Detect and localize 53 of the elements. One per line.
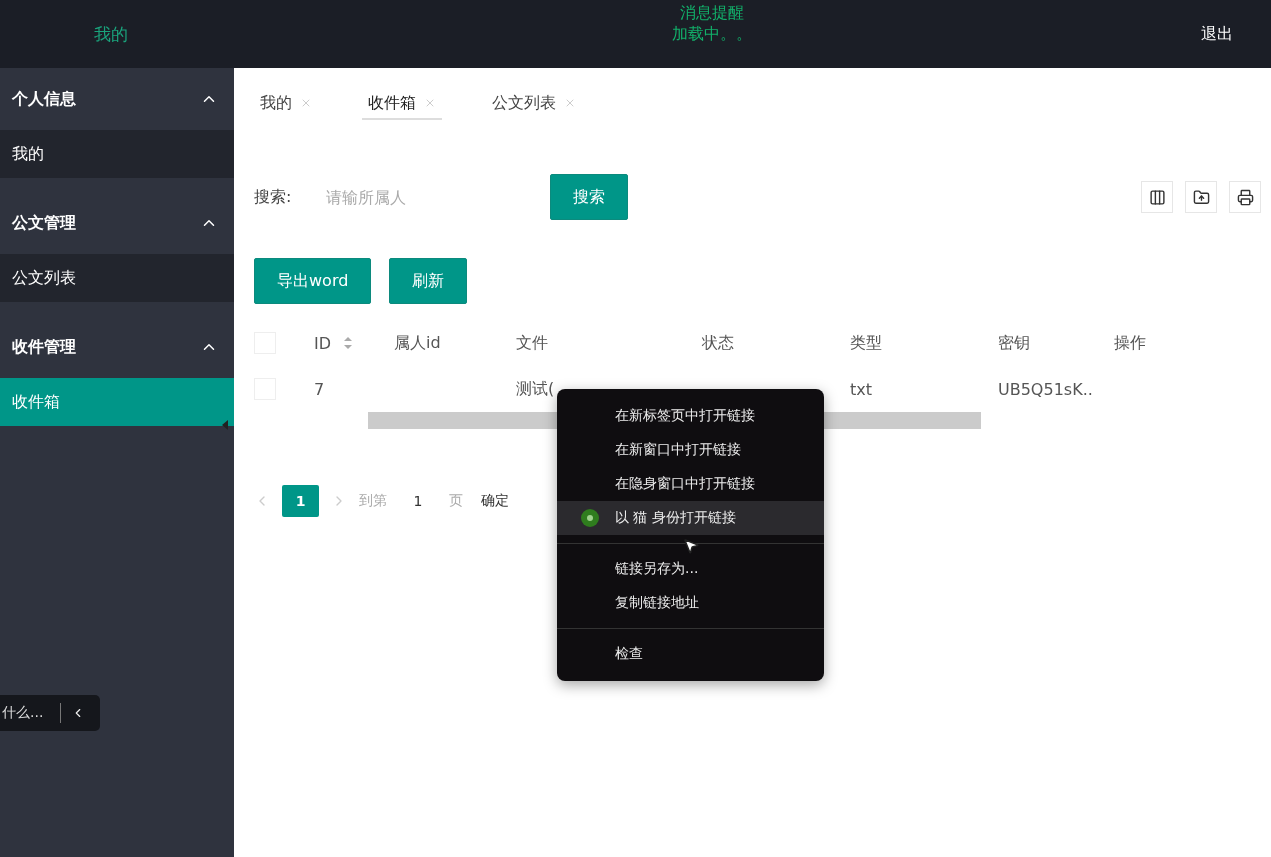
table-cell-text: txt <box>850 379 873 399</box>
action-button[interactable]: 刷新 <box>389 258 468 304</box>
export-button[interactable] <box>1185 181 1217 213</box>
tab[interactable]: 收件箱 <box>362 88 442 120</box>
close-icon[interactable] <box>300 97 312 109</box>
table-cell-text: UB5Q51sK.. <box>998 379 1094 399</box>
sidebar-item[interactable]: 公文列表 <box>0 254 234 302</box>
menu-item[interactable]: 检查 <box>557 637 824 671</box>
close-icon[interactable] <box>564 97 576 109</box>
goto-label: 到第 <box>359 492 387 510</box>
menu-item[interactable]: 链接另存为... <box>557 552 824 586</box>
logout-link[interactable]: 退出 <box>1201 23 1233 45</box>
mouse-cursor-icon <box>682 537 700 555</box>
column-header: 状态 <box>702 332 734 354</box>
collapse-arrow-icon[interactable] <box>222 420 228 430</box>
sidebar-group[interactable]: 公文管理 <box>0 192 234 254</box>
notice-status: 加载中。。 <box>671 23 752 44</box>
page-button[interactable]: 1 <box>282 485 319 517</box>
action-button[interactable]: 导出word <box>254 258 372 304</box>
notice-title: 消息提醒 <box>679 2 744 23</box>
column-header: 操作 <box>1114 332 1146 354</box>
printer-icon <box>1236 188 1254 206</box>
assistant-text[interactable]: 什么... <box>0 704 60 722</box>
sidebar-item[interactable]: 我的 <box>0 130 234 178</box>
columns-button[interactable] <box>1141 181 1173 213</box>
page-unit: 页 <box>449 492 463 510</box>
sidebar-group[interactable]: 收件管理 <box>0 316 234 378</box>
menu-item[interactable]: 在隐身窗口中打开链接 <box>557 467 824 501</box>
app-title: 我的 <box>93 22 129 46</box>
sidebar-group[interactable]: 个人信息 <box>0 68 234 130</box>
table-cell-text: 测试( <box>516 378 556 400</box>
columns-icon <box>1148 188 1166 206</box>
search-button[interactable]: 搜索 <box>550 174 628 220</box>
column-header: 文件 <box>516 332 548 354</box>
confirm-button[interactable]: 确定 <box>475 491 515 511</box>
sort-icon[interactable] <box>343 336 354 350</box>
column-header: ID <box>314 333 332 353</box>
profile-avatar-icon <box>581 509 599 527</box>
search-label: 搜索: <box>254 186 293 208</box>
menu-item[interactable]: 在新标签页中打开链接 <box>557 399 824 433</box>
tab[interactable]: 公文列表 <box>486 88 582 120</box>
print-button[interactable] <box>1229 181 1261 213</box>
menu-item[interactable]: 复制链接地址 <box>557 586 824 620</box>
table-cell-text: 7 <box>314 379 326 399</box>
column-header: 类型 <box>850 332 882 354</box>
folder-upload-icon <box>1192 188 1210 206</box>
column-header: 属人id <box>394 332 441 354</box>
tab[interactable]: 我的 <box>254 88 318 120</box>
column-header: 密钥 <box>998 332 1030 354</box>
sidebar-item[interactable]: 收件箱 <box>0 378 234 426</box>
close-icon[interactable] <box>424 97 436 109</box>
menu-item[interactable]: 以 猫 身份打开链接 <box>557 501 824 535</box>
menu-item[interactable]: 在新窗口中打开链接 <box>557 433 824 467</box>
